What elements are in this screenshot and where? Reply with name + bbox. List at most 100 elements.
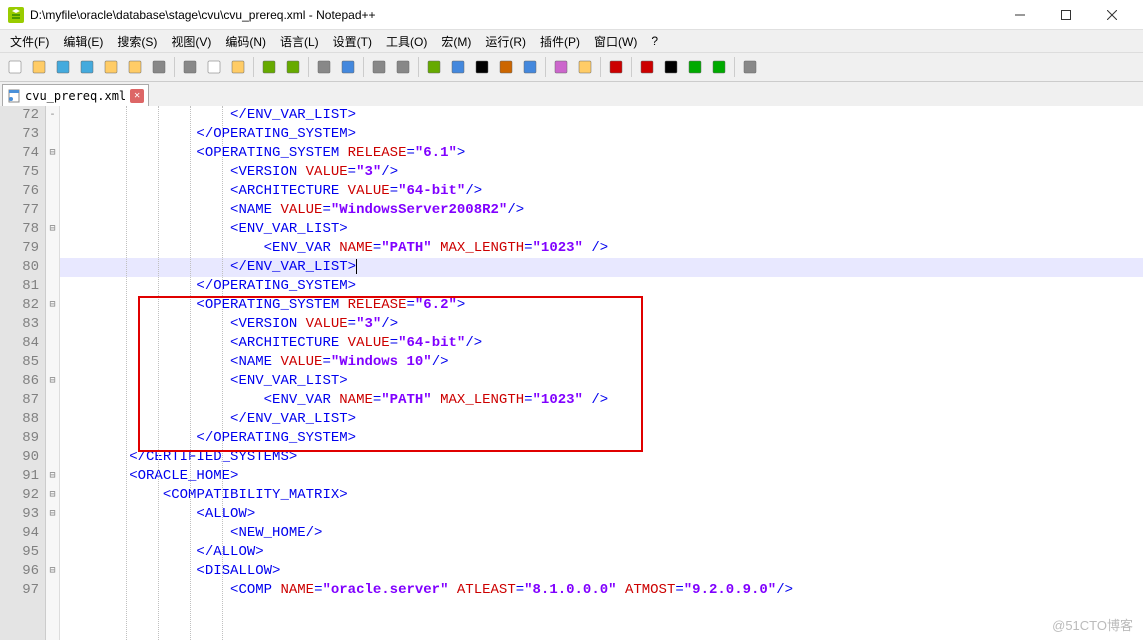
fold-marker[interactable] bbox=[46, 543, 59, 562]
tool-closeall-icon[interactable] bbox=[124, 56, 146, 78]
file-icon bbox=[7, 89, 21, 103]
menu-help[interactable]: ? bbox=[645, 32, 664, 50]
tool-panel-icon[interactable] bbox=[739, 56, 761, 78]
tool-paste-icon[interactable] bbox=[227, 56, 249, 78]
tool-doc-icon[interactable] bbox=[574, 56, 596, 78]
tool-play-icon[interactable] bbox=[684, 56, 706, 78]
menu-language[interactable]: 语言(L) bbox=[274, 31, 325, 52]
fold-marker[interactable] bbox=[46, 410, 59, 429]
tool-playall-icon[interactable] bbox=[708, 56, 730, 78]
tool-copy-icon[interactable] bbox=[203, 56, 225, 78]
tool-indent-icon[interactable] bbox=[495, 56, 517, 78]
menu-view[interactable]: 视图(V) bbox=[165, 31, 217, 52]
line-number: 86 bbox=[0, 372, 39, 391]
line-number: 95 bbox=[0, 543, 39, 562]
line-number-gutter: 7273747576777879808182838485868788899091… bbox=[0, 106, 46, 640]
fold-marker[interactable]: ⊟ bbox=[46, 486, 59, 505]
tool-open-icon[interactable] bbox=[28, 56, 50, 78]
tool-new-icon[interactable] bbox=[4, 56, 26, 78]
fold-marker[interactable] bbox=[46, 277, 59, 296]
close-button[interactable] bbox=[1089, 0, 1135, 30]
line-number: 91 bbox=[0, 467, 39, 486]
line-number: 92 bbox=[0, 486, 39, 505]
fold-marker[interactable] bbox=[46, 315, 59, 334]
line-number: 87 bbox=[0, 391, 39, 410]
menu-macro[interactable]: 宏(M) bbox=[435, 31, 477, 52]
tool-monitor-icon[interactable] bbox=[605, 56, 627, 78]
menu-edit[interactable]: 编辑(E) bbox=[57, 31, 109, 52]
fold-marker[interactable] bbox=[46, 524, 59, 543]
line-number: 97 bbox=[0, 581, 39, 600]
code-area[interactable]: </ENV_VAR_LIST> </OPERATING_SYSTEM> <OPE… bbox=[60, 106, 1143, 640]
tabbar: cvu_prereq.xml ✕ bbox=[0, 82, 1143, 106]
fold-marker[interactable] bbox=[46, 258, 59, 277]
menu-run[interactable]: 运行(R) bbox=[479, 31, 532, 52]
tool-sync-icon[interactable] bbox=[423, 56, 445, 78]
fold-marker[interactable]: ⊟ bbox=[46, 296, 59, 315]
fold-marker[interactable] bbox=[46, 125, 59, 144]
line-number: 75 bbox=[0, 163, 39, 182]
app-icon bbox=[8, 7, 24, 23]
fold-marker[interactable]: ⊟ bbox=[46, 144, 59, 163]
line-number: 85 bbox=[0, 353, 39, 372]
fold-marker[interactable]: - bbox=[46, 106, 59, 125]
line-number: 82 bbox=[0, 296, 39, 315]
line-number: 93 bbox=[0, 505, 39, 524]
tool-close-icon[interactable] bbox=[100, 56, 122, 78]
tool-zoomin-icon[interactable] bbox=[368, 56, 390, 78]
tab-close-icon[interactable]: ✕ bbox=[130, 89, 144, 103]
titlebar: D:\myfile\oracle\database\stage\cvu\cvu_… bbox=[0, 0, 1143, 30]
menu-search[interactable]: 搜索(S) bbox=[111, 31, 163, 52]
tool-rec-icon[interactable] bbox=[636, 56, 658, 78]
tool-replace-icon[interactable] bbox=[337, 56, 359, 78]
line-number: 74 bbox=[0, 144, 39, 163]
menu-window[interactable]: 窗口(W) bbox=[588, 31, 643, 52]
menu-settings[interactable]: 设置(T) bbox=[327, 31, 378, 52]
line-number: 94 bbox=[0, 524, 39, 543]
line-number: 84 bbox=[0, 334, 39, 353]
fold-marker[interactable]: ⊟ bbox=[46, 220, 59, 239]
menubar: 文件(F) 编辑(E) 搜索(S) 视图(V) 编码(N) 语言(L) 设置(T… bbox=[0, 30, 1143, 52]
fold-marker[interactable] bbox=[46, 391, 59, 410]
editor[interactable]: 7273747576777879808182838485868788899091… bbox=[0, 106, 1143, 640]
line-number: 76 bbox=[0, 182, 39, 201]
tool-save-icon[interactable] bbox=[52, 56, 74, 78]
maximize-button[interactable] bbox=[1043, 0, 1089, 30]
tool-allchars-icon[interactable] bbox=[471, 56, 493, 78]
tool-fold-icon[interactable] bbox=[519, 56, 541, 78]
line-number: 77 bbox=[0, 201, 39, 220]
tool-cut-icon[interactable] bbox=[179, 56, 201, 78]
menu-plugins[interactable]: 插件(P) bbox=[534, 31, 586, 52]
tool-userlang-icon[interactable] bbox=[550, 56, 572, 78]
fold-marker[interactable] bbox=[46, 334, 59, 353]
tool-zoomout-icon[interactable] bbox=[392, 56, 414, 78]
tool-print-icon[interactable] bbox=[148, 56, 170, 78]
fold-gutter[interactable]: -⊟⊟⊟⊟⊟⊟⊟⊟ bbox=[46, 106, 60, 640]
fold-marker[interactable]: ⊟ bbox=[46, 467, 59, 486]
fold-marker[interactable] bbox=[46, 353, 59, 372]
fold-marker[interactable]: ⊟ bbox=[46, 562, 59, 581]
tool-saveall-icon[interactable] bbox=[76, 56, 98, 78]
tool-undo-icon[interactable] bbox=[258, 56, 280, 78]
fold-marker[interactable] bbox=[46, 429, 59, 448]
menu-tools[interactable]: 工具(O) bbox=[380, 31, 433, 52]
menu-encoding[interactable]: 编码(N) bbox=[219, 31, 272, 52]
fold-marker[interactable] bbox=[46, 448, 59, 467]
tool-find-icon[interactable] bbox=[313, 56, 335, 78]
tool-wrap-icon[interactable] bbox=[447, 56, 469, 78]
fold-marker[interactable] bbox=[46, 182, 59, 201]
tool-redo-icon[interactable] bbox=[282, 56, 304, 78]
line-number: 78 bbox=[0, 220, 39, 239]
fold-marker[interactable]: ⊟ bbox=[46, 505, 59, 524]
fold-marker[interactable] bbox=[46, 239, 59, 258]
fold-marker[interactable] bbox=[46, 581, 59, 600]
line-number: 89 bbox=[0, 429, 39, 448]
fold-marker[interactable] bbox=[46, 163, 59, 182]
fold-marker[interactable] bbox=[46, 201, 59, 220]
tool-stop-icon[interactable] bbox=[660, 56, 682, 78]
tab-cvu-prereq[interactable]: cvu_prereq.xml ✕ bbox=[2, 84, 149, 106]
fold-marker[interactable]: ⊟ bbox=[46, 372, 59, 391]
minimize-button[interactable] bbox=[997, 0, 1043, 30]
menu-file[interactable]: 文件(F) bbox=[4, 31, 55, 52]
tab-label: cvu_prereq.xml bbox=[25, 89, 126, 103]
